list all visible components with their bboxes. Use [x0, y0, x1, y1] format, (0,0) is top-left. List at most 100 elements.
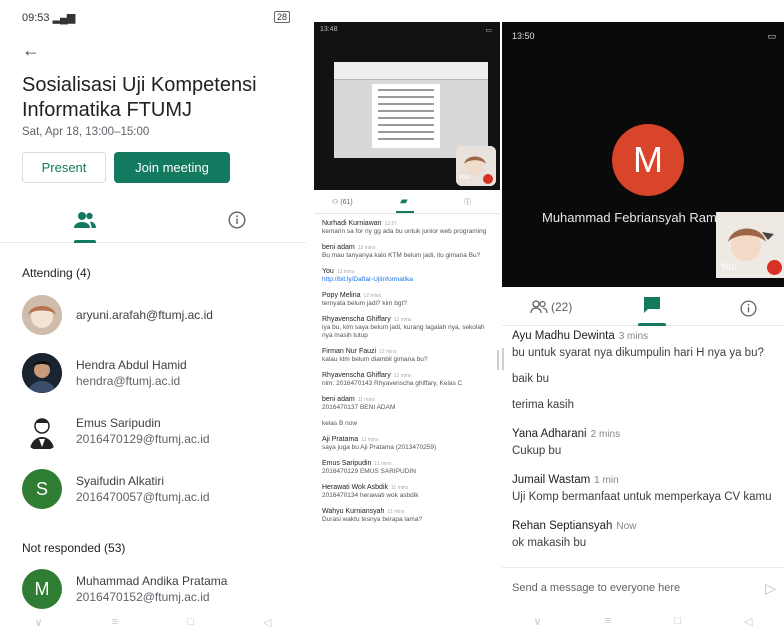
chevron-down-icon[interactable]: ∨: [35, 616, 43, 629]
chat-input-placeholder: Send a message to everyone here: [512, 581, 681, 594]
author-name: You: [322, 268, 334, 275]
chat-icon[interactable]: ▰: [400, 196, 408, 207]
meeting-chat-panel-small: 13:48 ▭ You ⚇ (61) ▰ ⓘ Nurhadi Kurniawan 1…: [314, 22, 500, 633]
message-author: You 13 mins: [322, 268, 492, 276]
active-tab-indicator: [396, 211, 414, 213]
event-details-panel: 09:53 ▂▄▆ 28 ← Sosialisasi Uji Kompetens…: [0, 0, 306, 633]
message-header: Ayu Madhu Dewinta 3 mins: [512, 328, 780, 345]
chat-input[interactable]: Send a message to everyone here ▷: [502, 567, 784, 607]
invitee-row[interactable]: M Muhammad Andika Pratama 2016470152@ftum…: [22, 568, 306, 610]
author-name: Rhyavenscha Ghiffary: [322, 316, 391, 323]
home-icon[interactable]: □: [674, 615, 681, 627]
status-bar: 13:50 ▭: [512, 31, 776, 42]
info-icon[interactable]: ⓘ: [464, 197, 471, 207]
message-time: 12 mins: [363, 293, 382, 299]
message-time: 11 mins: [357, 397, 375, 403]
menu-icon[interactable]: ≡: [605, 615, 611, 627]
chat-message: Yana Adharani 2 mins Cukup bu: [512, 426, 780, 459]
event-title: Sosialisasi Uji Kompetensi Informatika F…: [22, 74, 257, 121]
scrollbar[interactable]: [502, 348, 504, 370]
system-nav-bar: ∨ ≡ □ ◁: [0, 611, 306, 633]
status-time: 13:50: [512, 31, 535, 41]
message-time: 2 mins: [590, 429, 621, 440]
message-header: Rehan Septiansyah Now: [512, 518, 780, 535]
tab-info[interactable]: [228, 211, 246, 234]
not-responded-label: Not responded (53): [22, 541, 126, 555]
author-name: Rhyavenscha Ghiffary: [322, 372, 391, 379]
message-text: Uji Komp bermanfaat untuk memperkaya CV …: [512, 491, 772, 503]
message-time: Now: [616, 521, 637, 532]
message-text: ternyata belum jadi? kim bgt?: [322, 300, 407, 307]
menu-icon[interactable]: ≡: [112, 616, 118, 628]
self-label: You: [458, 174, 470, 181]
chat-message: Herawati Wok Asbdik 11 mins 2016470134 her…: [322, 484, 492, 500]
back-arrow-icon[interactable]: ←: [22, 40, 40, 61]
message-text: Cukup bu: [512, 445, 562, 457]
attendee-row[interactable]: Hendra Abdul Hamid hendra@ftumj.ac.id: [22, 352, 306, 394]
avatar: [22, 353, 62, 393]
chat-message: Wahyu Kurniansyah 11 mins Durasi waktu tes…: [322, 508, 492, 524]
people-icon: [530, 300, 548, 314]
back-icon[interactable]: ◁: [744, 615, 752, 628]
attendee-row[interactable]: aryuni.arafah@ftumj.ac.id: [22, 294, 306, 336]
presenter-avatar: M: [612, 124, 684, 196]
author-name: Yana Adharani: [512, 428, 587, 440]
invitee-email: 2016470152@ftumj.ac.id: [76, 590, 210, 604]
scrollbar[interactable]: [497, 350, 499, 370]
back-icon[interactable]: ◁: [263, 616, 271, 629]
tab-participants[interactable]: (22): [530, 300, 572, 314]
meeting-video: 13:50 ▭ M Muhammad Febriansyah Ram You: [502, 22, 784, 287]
message-author: Aji Pratama 11 mins: [322, 436, 492, 444]
chat-message-list: Nurhadi Kurniawan 12:57 kemarin sa for ny …: [322, 220, 492, 532]
attendee-name: Syaifudin Alkatiri: [76, 474, 165, 488]
status-bar: 09:53 ▂▄▆ 28: [0, 0, 306, 34]
message-text: nim: 2016470143 Rhyavenscha ghiffary, Ke…: [322, 380, 463, 387]
chat-message: kelas B now: [322, 420, 492, 428]
message-text: iya bu, kim saya belum jadi, kurang laga…: [322, 324, 485, 339]
message-author: Wahyu Kurniansyah 11 mins: [322, 508, 492, 516]
tab-chat[interactable]: [638, 296, 666, 326]
present-button[interactable]: Present: [22, 152, 106, 183]
message-text: Durasi waktu tesnya berapa lama?: [322, 516, 423, 523]
join-meeting-button[interactable]: Join meeting: [114, 152, 230, 183]
attendee-email: aryuni.arafah@ftumj.ac.id: [76, 308, 213, 322]
event-tabs: [0, 203, 306, 243]
tab-people[interactable]: [66, 211, 104, 243]
presenter-name: Muhammad Febriansyah Ram: [542, 210, 717, 225]
signal-icon: ▂▄▆: [52, 11, 76, 24]
author-name: Ayu Madhu Dewinta: [512, 330, 615, 342]
attendee-row[interactable]: Emus Saripudin 2016470129@ftumj.ac.id: [22, 410, 306, 452]
author-name: Rehan Septiansyah: [512, 520, 613, 532]
message-time: 11 mins: [391, 485, 409, 491]
system-nav-bar: ∨ ≡ □ ◁: [502, 609, 784, 633]
attendee-email: 2016470129@ftumj.ac.id: [76, 432, 210, 446]
chat-message: Firman Nur Fauzi 12 mins kalau ktm belum d…: [322, 348, 492, 364]
message-time: 3 mins: [618, 331, 649, 342]
message-time: 1 min: [594, 475, 619, 486]
message-time: 11 mins: [374, 461, 392, 467]
avatar: [22, 295, 62, 335]
avatar: S: [22, 469, 62, 509]
message-text: Bu mau tanyanya kalo KTM belum jadi, itu…: [322, 252, 481, 259]
participant-count: (22): [551, 300, 573, 314]
attendee-row[interactable]: S Syaifudin Alkatiri 2016470057@ftumj.ac.…: [22, 468, 306, 510]
chat-message: Emus Saripudin 11 mins 2016470129 EMUS SAR…: [322, 460, 492, 476]
send-icon[interactable]: ▷: [765, 580, 776, 597]
message-author: Nurhadi Kurniawan 12:57: [322, 220, 492, 228]
home-icon[interactable]: □: [187, 616, 194, 628]
tab-participants[interactable]: ⚇ (61): [332, 198, 353, 206]
chevron-down-icon[interactable]: ∨: [534, 615, 542, 628]
tab-info[interactable]: [740, 300, 757, 322]
message-text: 2016470129 EMUS SARIPUDIN: [322, 468, 416, 475]
message-link[interactable]: http://bit.ly/Daftar-UjiInformatika: [322, 276, 492, 284]
attendee-name: Emus Saripudin: [76, 416, 161, 430]
chat-message: Ayu Madhu Dewinta 3 mins bu untuk syarat n…: [512, 328, 780, 413]
message-text: 2016470134 herawati wok asbdik: [322, 492, 419, 499]
meeting-tabs: (22): [502, 290, 784, 326]
mic-off-icon[interactable]: [767, 260, 782, 275]
chat-message: Jumail Wastam 1 min Uji Komp bermanfaat un…: [512, 472, 780, 505]
meeting-tabs: ⚇ (61) ▰ ⓘ: [314, 192, 500, 214]
message-author: Firman Nur Fauzi 12 mins: [322, 348, 492, 356]
chat-message: beni adam 13 mins Bu mau tanyanya kalo KTM…: [322, 244, 492, 260]
avatar: M: [22, 569, 62, 609]
